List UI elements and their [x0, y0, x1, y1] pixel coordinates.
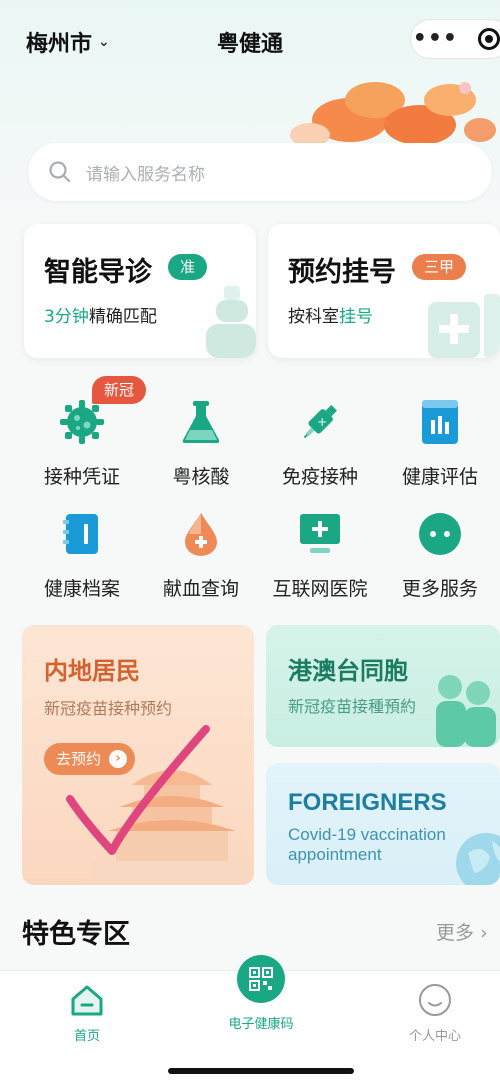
close-miniprogram-button[interactable]	[460, 28, 500, 50]
service-label: 健康评估	[401, 466, 478, 488]
foreigners-subtitle: Covid-19 vaccination appointment	[288, 825, 446, 864]
medical-kit-icon	[428, 294, 500, 358]
home-icon	[71, 985, 103, 1016]
tab-home-label: 首页	[73, 1029, 100, 1044]
search-placeholder: 请输入服务名称	[86, 164, 205, 185]
gear-virus-icon	[60, 400, 104, 444]
flask-icon	[182, 401, 220, 443]
book-button-label: 去预约	[56, 750, 102, 768]
more-menu-icon[interactable]: •••	[411, 19, 460, 59]
bar-chart-icon	[422, 400, 458, 444]
hmt-subtitle: 新冠疫苗接種預約	[288, 697, 417, 716]
service-label: 接种凭证	[43, 466, 120, 488]
service-health-assessment[interactable]: 健康评估	[380, 398, 500, 489]
monitor-plus-icon	[300, 514, 340, 553]
hk-macau-taiwan-promo[interactable]: 港澳台同胞 新冠疫苗接種預約	[266, 625, 500, 747]
featured-more-link[interactable]: 更多 ›	[436, 918, 488, 945]
appointment-title: 预约挂号	[288, 257, 396, 288]
search-icon	[49, 161, 71, 183]
triage-subtitle: 3分钟精确匹配	[44, 307, 157, 327]
smart-triage-card[interactable]: 智能导诊 准 3分钟精确匹配	[24, 224, 256, 358]
search-bar[interactable]: 请输入服务名称	[28, 143, 492, 201]
chevron-right-icon: ›	[480, 922, 488, 944]
service-label: 献血查询	[162, 578, 239, 600]
appointment-subtitle: 按科室挂号	[288, 307, 373, 327]
tab-health-code-label: 电子健康码	[228, 1017, 294, 1032]
service-immunization[interactable]: × 免疫接种	[260, 398, 380, 489]
service-label: 健康档案	[43, 578, 120, 600]
bottom-tab-bar: 首页 电子健康码 个人中心	[0, 955, 500, 1084]
smiley-profile-icon	[419, 984, 451, 1016]
notebook-icon	[63, 514, 98, 554]
smart-triage-title: 智能导诊	[44, 257, 152, 288]
appointment-badge: 三甲	[412, 254, 467, 280]
service-label: 免疫接种	[281, 466, 358, 488]
mainland-title: 内地居民	[44, 657, 140, 685]
top-bar: 梅州市 ⌄ 粤健通 •••	[0, 0, 500, 84]
home-indicator	[168, 1068, 354, 1074]
service-label: 粤核酸	[172, 466, 230, 488]
arrow-right-icon: ›	[109, 750, 128, 768]
service-health-record[interactable]: 健康档案	[22, 510, 142, 601]
foreigners-promo[interactable]: FOREIGNERS Covid-19 vaccination appointm…	[266, 763, 500, 885]
mainland-resident-promo[interactable]: 内地居民 新冠疫苗接种预约 去预约 ›	[22, 625, 254, 885]
target-icon	[477, 28, 500, 50]
service-vaccination-cert[interactable]: 接种凭证	[22, 398, 142, 489]
service-nucleic-acid[interactable]: 粤核酸	[141, 398, 261, 489]
foreigners-title: FOREIGNERS	[288, 789, 447, 816]
appointment-card[interactable]: 预约挂号 三甲 按科室挂号	[268, 224, 500, 358]
service-more[interactable]: 更多服务	[380, 510, 500, 601]
blood-drop-icon	[185, 513, 217, 556]
qr-code-icon	[237, 955, 285, 1003]
featured-section-title: 特色专区	[22, 919, 130, 950]
service-blood-donation[interactable]: 献血查询	[141, 510, 261, 601]
triage-badge: 准	[168, 254, 208, 280]
hmt-title: 港澳台同胞	[288, 657, 408, 685]
tab-home[interactable]: 首页	[37, 983, 137, 1044]
doctor-illustration-icon	[206, 286, 256, 358]
syringe-icon: ×	[303, 405, 337, 439]
service-label: 更多服务	[401, 578, 478, 600]
service-internet-hospital[interactable]: 互联网医院	[260, 510, 380, 601]
tab-profile-label: 个人中心	[408, 1029, 461, 1044]
mainland-subtitle: 新冠疫苗接种预约	[44, 699, 173, 718]
people-illustration-icon	[436, 675, 496, 747]
more-dots-icon	[419, 513, 461, 555]
service-label: 互联网医院	[272, 578, 368, 600]
more-link-label: 更多	[436, 922, 475, 944]
tab-health-code[interactable]: 电子健康码	[211, 955, 311, 1032]
tab-profile[interactable]: 个人中心	[385, 983, 485, 1044]
book-appointment-button[interactable]: 去预约 ›	[44, 743, 136, 775]
mini-program-capsule: •••	[410, 19, 500, 59]
globe-illustration-icon	[456, 833, 500, 885]
